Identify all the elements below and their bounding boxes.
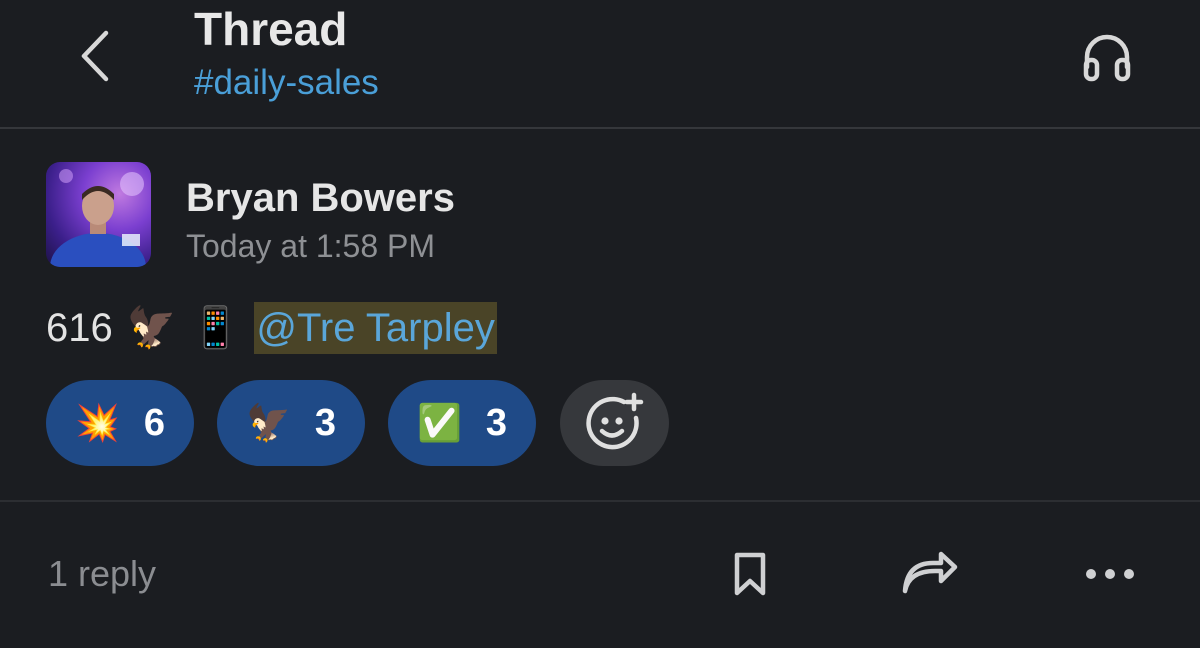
more-horizontal-icon: [1086, 569, 1134, 579]
back-button[interactable]: [70, 26, 120, 86]
divider: [0, 500, 1200, 502]
eagle-emoji: 🦅: [246, 402, 291, 443]
share-arrow-icon: [902, 551, 958, 594]
message-body: 616 🦅 📱 @Tre Tarpley: [46, 302, 497, 354]
avatar-photo: [50, 169, 146, 267]
user-mention[interactable]: @Tre Tarpley: [254, 302, 497, 354]
avatar[interactable]: [46, 162, 151, 267]
reaction-collision[interactable]: 💥 6: [46, 380, 194, 466]
reaction-count: 6: [143, 401, 165, 444]
message-text: 616: [46, 305, 113, 350]
check-mark-emoji: ✅: [417, 402, 462, 443]
share-button[interactable]: [900, 546, 960, 602]
thread-header: Thread #daily-sales: [0, 0, 1200, 129]
reaction-count: 3: [485, 401, 507, 444]
add-emoji-icon: [585, 392, 643, 450]
headphones-icon: [1083, 34, 1131, 82]
channel-link[interactable]: #daily-sales: [194, 63, 379, 103]
collision-emoji: 💥: [75, 402, 120, 443]
message-timestamp: Today at 1:58 PM: [186, 228, 436, 264]
reaction-eagle[interactable]: 🦅 3: [217, 380, 365, 466]
chevron-left-icon: [81, 30, 109, 82]
reply-count[interactable]: 1 reply: [48, 553, 156, 595]
page-title: Thread: [194, 3, 348, 55]
reaction-check[interactable]: ✅ 3: [388, 380, 536, 466]
more-button[interactable]: [1080, 546, 1140, 602]
bookmark-icon: [734, 552, 766, 596]
save-button[interactable]: [720, 546, 780, 602]
huddle-button[interactable]: [1078, 30, 1136, 86]
add-reaction-button[interactable]: [560, 380, 669, 466]
reaction-count: 3: [314, 401, 336, 444]
phone-emoji: 📱: [190, 306, 241, 350]
eagle-emoji: 🦅: [126, 306, 177, 350]
author-name[interactable]: Bryan Bowers: [186, 176, 455, 221]
